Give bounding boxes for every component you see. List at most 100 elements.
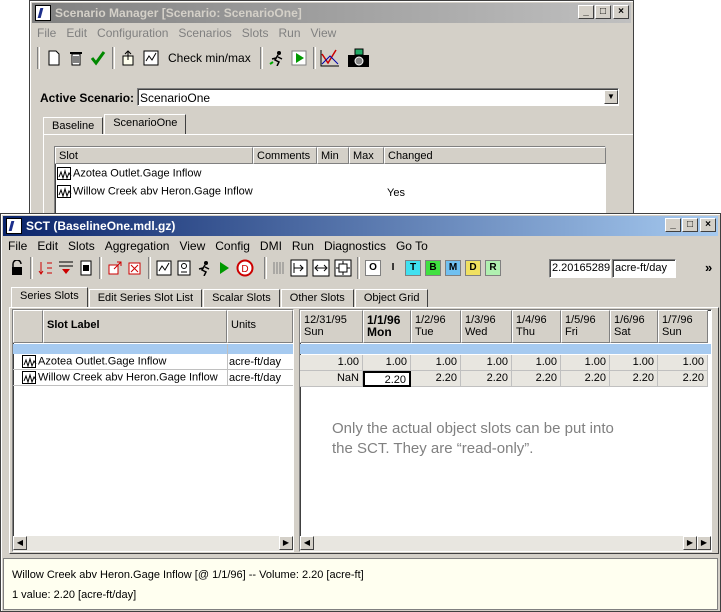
scroll-right-icon[interactable]: ▶ [279,536,293,550]
flag-b-button[interactable]: B [425,260,441,276]
graph-icon[interactable] [319,47,341,69]
units-input[interactable]: acre-ft/day [612,259,676,278]
stop-icon[interactable]: D [234,257,256,279]
date-column-header[interactable]: 1/3/96 Wed [461,310,512,343]
row-height-icon[interactable] [76,257,96,279]
selection-icon[interactable] [174,257,194,279]
date-column-header[interactable]: 1/1/96 Mon [363,310,411,343]
filter-rows-icon[interactable] [56,257,76,279]
series-value-cell[interactable]: 1.00 [610,355,658,371]
series-value-cell[interactable]: 1.00 [461,355,512,371]
flag-r-button[interactable]: R [485,260,501,276]
lock-icon[interactable] [7,257,27,279]
column-changed[interactable]: Changed [384,147,606,164]
new-document-icon[interactable] [43,47,65,69]
menu-scenarios[interactable]: Scenarios [173,26,236,40]
series-value-cell[interactable]: 1.00 [658,355,708,371]
remove-slot-icon[interactable] [125,257,145,279]
open-object-icon[interactable] [105,257,125,279]
menu-config[interactable]: Config [210,239,255,253]
tab-baseline[interactable]: Baseline [43,117,104,135]
series-value-cell[interactable]: 2.20 [411,371,461,387]
date-column-header[interactable]: 1/4/96 Thu [512,310,561,343]
horizontal-scrollbar[interactable]: ◀ ▶ ▶ [300,536,711,551]
column-slot[interactable]: Slot [55,147,253,164]
menu-edit[interactable]: Edit [61,26,92,40]
series-value-cell[interactable]: 2.20 [363,371,411,387]
menu-diagnostics[interactable]: Diagnostics [319,239,391,253]
scroll-left-icon[interactable]: ◀ [300,536,314,550]
menu-go-to[interactable]: Go To [391,239,433,253]
series-value-cell[interactable]: 2.20 [461,371,512,387]
maximize-button[interactable]: □ [595,5,611,19]
expand-all-icon[interactable] [332,257,354,279]
series-value-cell[interactable]: 1.00 [411,355,461,371]
close-button[interactable]: × [613,5,629,19]
series-value-cell[interactable]: 1.00 [363,355,411,371]
flag-t-button[interactable]: T [405,260,421,276]
play-icon[interactable] [288,47,310,69]
flag-d-button[interactable]: D [465,260,481,276]
series-value-cell[interactable]: 1.00 [300,355,363,371]
menu-slots[interactable]: Slots [63,239,100,253]
tab-object-grid[interactable]: Object Grid [354,289,429,307]
series-value-cell[interactable]: NaN [300,371,363,387]
series-value-cell[interactable]: 1.00 [561,355,610,371]
sct-titlebar[interactable]: SCT (BaselineOne.mdl.gz) _ □ × [3,216,718,236]
flag-i-button[interactable]: I [385,260,401,276]
column-min[interactable]: Min [317,147,349,164]
active-scenario-select[interactable]: ScenarioOne ▼ [137,88,619,106]
date-column-header[interactable]: 12/31/95 Sun [300,310,363,343]
menu-dmi[interactable]: DMI [255,239,287,253]
checkmark-icon[interactable] [87,47,109,69]
trash-icon[interactable] [65,47,87,69]
maximize-button[interactable]: □ [682,218,698,232]
check-min-max-button[interactable]: Check min/max [162,51,257,65]
scroll-left-icon[interactable]: ◀ [13,536,27,550]
flag-o-button[interactable]: O [365,260,381,276]
menu-configuration[interactable]: Configuration [92,26,173,40]
date-column-header[interactable]: 1/7/96 Sun [658,310,708,343]
scroll-right-icon[interactable]: ▶ [683,536,697,550]
table-row[interactable]: Azotea Outlet.Gage Inflow [57,167,457,184]
series-value-cell[interactable]: 2.20 [512,371,561,387]
minimize-button[interactable]: _ [578,5,594,19]
date-column-header[interactable]: 1/5/96 Fri [561,310,610,343]
date-column-header[interactable]: 1/2/96 Tue [411,310,461,343]
series-value-cell[interactable]: 2.20 [658,371,708,387]
play-icon[interactable] [214,257,234,279]
tab-scalar-slots[interactable]: Scalar Slots [203,289,280,307]
close-button[interactable]: × [700,218,716,232]
series-value-cell[interactable]: 2.20 [561,371,610,387]
column-grip-icon[interactable] [270,257,288,279]
export-icon[interactable] [118,47,140,69]
column-comments[interactable]: Comments [253,147,317,164]
chevron-down-icon[interactable]: ▼ [604,90,618,104]
menu-slots[interactable]: Slots [237,26,274,40]
series-value-cell[interactable]: 2.20 [610,371,658,387]
tab-other-slots[interactable]: Other Slots [280,289,354,307]
sort-icon[interactable] [36,257,56,279]
horizontal-scrollbar[interactable]: ◀ ▶ [13,536,293,551]
tab-scenario-one[interactable]: ScenarioOne [104,114,187,134]
toolbar-overflow-button[interactable]: » [705,260,712,275]
scenario-manager-titlebar[interactable]: Scenario Manager [Scenario: ScenarioOne]… [32,3,631,23]
run-figure-icon[interactable] [266,47,288,69]
series-value-cell[interactable]: 1.00 [512,355,561,371]
expand-width-icon[interactable] [310,257,332,279]
menu-aggregation[interactable]: Aggregation [100,239,175,253]
expand-left-icon[interactable] [288,257,310,279]
value-input[interactable]: 2.20165289 [549,259,611,278]
tab-series-slots[interactable]: Series Slots [11,287,88,307]
camera-icon[interactable] [347,47,369,69]
slot-label-header[interactable]: Slot Label [43,310,227,343]
table-row[interactable]: Willow Creek abv Heron.Gage Inflow acre-… [13,371,293,386]
menu-file[interactable]: File [32,26,61,40]
plot-icon[interactable] [154,257,174,279]
date-column-header[interactable]: 1/6/96 Sat [610,310,658,343]
plot-icon[interactable] [140,47,162,69]
units-header[interactable]: Units [227,310,293,343]
menu-file[interactable]: File [3,239,32,253]
menu-view[interactable]: View [174,239,210,253]
tab-edit-series-slot-list[interactable]: Edit Series Slot List [88,289,203,307]
